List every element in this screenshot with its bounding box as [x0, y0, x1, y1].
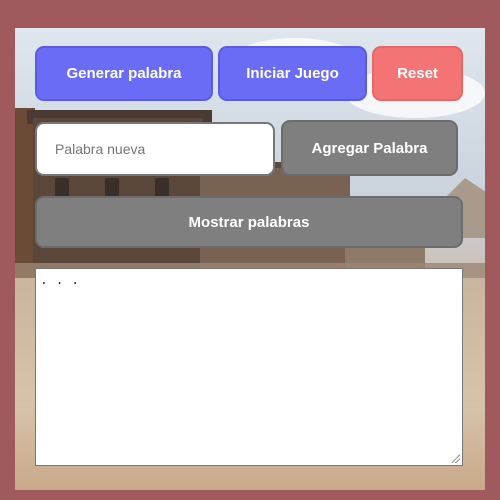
start-game-button[interactable]: Iniciar Juego: [218, 46, 367, 101]
show-words-button[interactable]: Mostrar palabras: [35, 196, 463, 248]
generate-word-button[interactable]: Generar palabra: [35, 46, 213, 101]
add-word-button[interactable]: Agregar Palabra: [281, 120, 458, 176]
words-output-textarea[interactable]: . . .: [35, 268, 463, 466]
output-text: . . .: [40, 273, 80, 288]
new-word-input[interactable]: [35, 122, 275, 176]
resize-handle-icon[interactable]: [450, 453, 460, 463]
app-panel: Generar palabra Iniciar Juego Reset Agre…: [15, 28, 485, 490]
reset-button[interactable]: Reset: [372, 46, 463, 101]
